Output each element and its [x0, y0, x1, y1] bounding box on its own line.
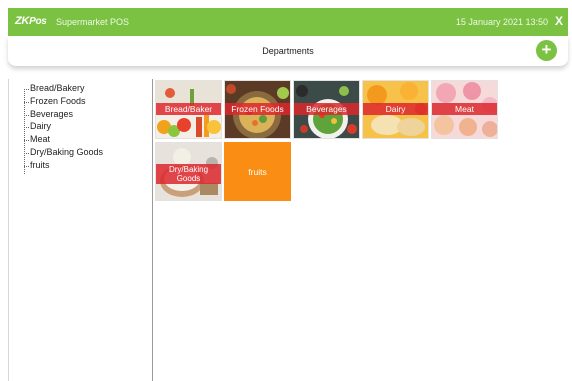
tile-label: Bread/Baker [156, 103, 221, 115]
title-bar: ZKPos Supermarket POS 15 January 2021 13… [8, 8, 568, 36]
plus-icon: + [541, 40, 552, 59]
department-tile-frozen-foods[interactable]: Frozen Foods [224, 80, 291, 139]
close-button[interactable]: X [555, 14, 563, 28]
tree-item-dairy[interactable]: Dairy [19, 121, 149, 134]
add-department-button[interactable]: + [536, 40, 557, 61]
tile-label: Dairy [363, 103, 428, 115]
department-tile-dry-baking-goods[interactable]: Dry/Baking Goods [155, 142, 222, 201]
logo-secondary: Pos [29, 16, 47, 27]
page-title: Departments [262, 46, 314, 56]
zkpos-logo: ZKPos [15, 15, 47, 27]
tree-item-bread-bakery[interactable]: Bread/Bakery [19, 83, 149, 96]
tile-label: Meat [432, 103, 497, 115]
department-tile-meat[interactable]: Meat [431, 80, 498, 139]
tile-label: Beverages [294, 103, 359, 115]
department-tree-panel: Bread/Bakery Frozen Foods Beverages Dair… [8, 79, 153, 381]
tree-item-meat[interactable]: Meat [19, 134, 149, 147]
page-header: Departments + [8, 36, 568, 66]
tree-item-beverages[interactable]: Beverages [19, 109, 149, 122]
department-tile-beverages[interactable]: Beverages [293, 80, 360, 139]
tree-item-frozen-foods[interactable]: Frozen Foods [19, 96, 149, 109]
app-title: Supermarket POS [56, 17, 130, 27]
app-window: ZKPos Supermarket POS 15 January 2021 13… [0, 0, 572, 381]
tile-label: fruits [248, 167, 267, 177]
department-tile-fruits[interactable]: fruits [224, 142, 291, 201]
logo-primary: ZK [15, 15, 30, 27]
department-tile-dairy[interactable]: Dairy [362, 80, 429, 139]
department-tile-bread-bakery[interactable]: Bread/Baker [155, 80, 222, 139]
datetime: 15 January 2021 13:50 [455, 17, 548, 27]
tile-label: Dry/Baking Goods [156, 164, 221, 184]
tile-label: Frozen Foods [225, 103, 290, 115]
tree-item-dry-baking-goods[interactable]: Dry/Baking Goods [19, 147, 149, 160]
department-tree: Bread/Bakery Frozen Foods Beverages Dair… [19, 83, 149, 174]
tree-item-fruits[interactable]: fruits [19, 160, 149, 173]
